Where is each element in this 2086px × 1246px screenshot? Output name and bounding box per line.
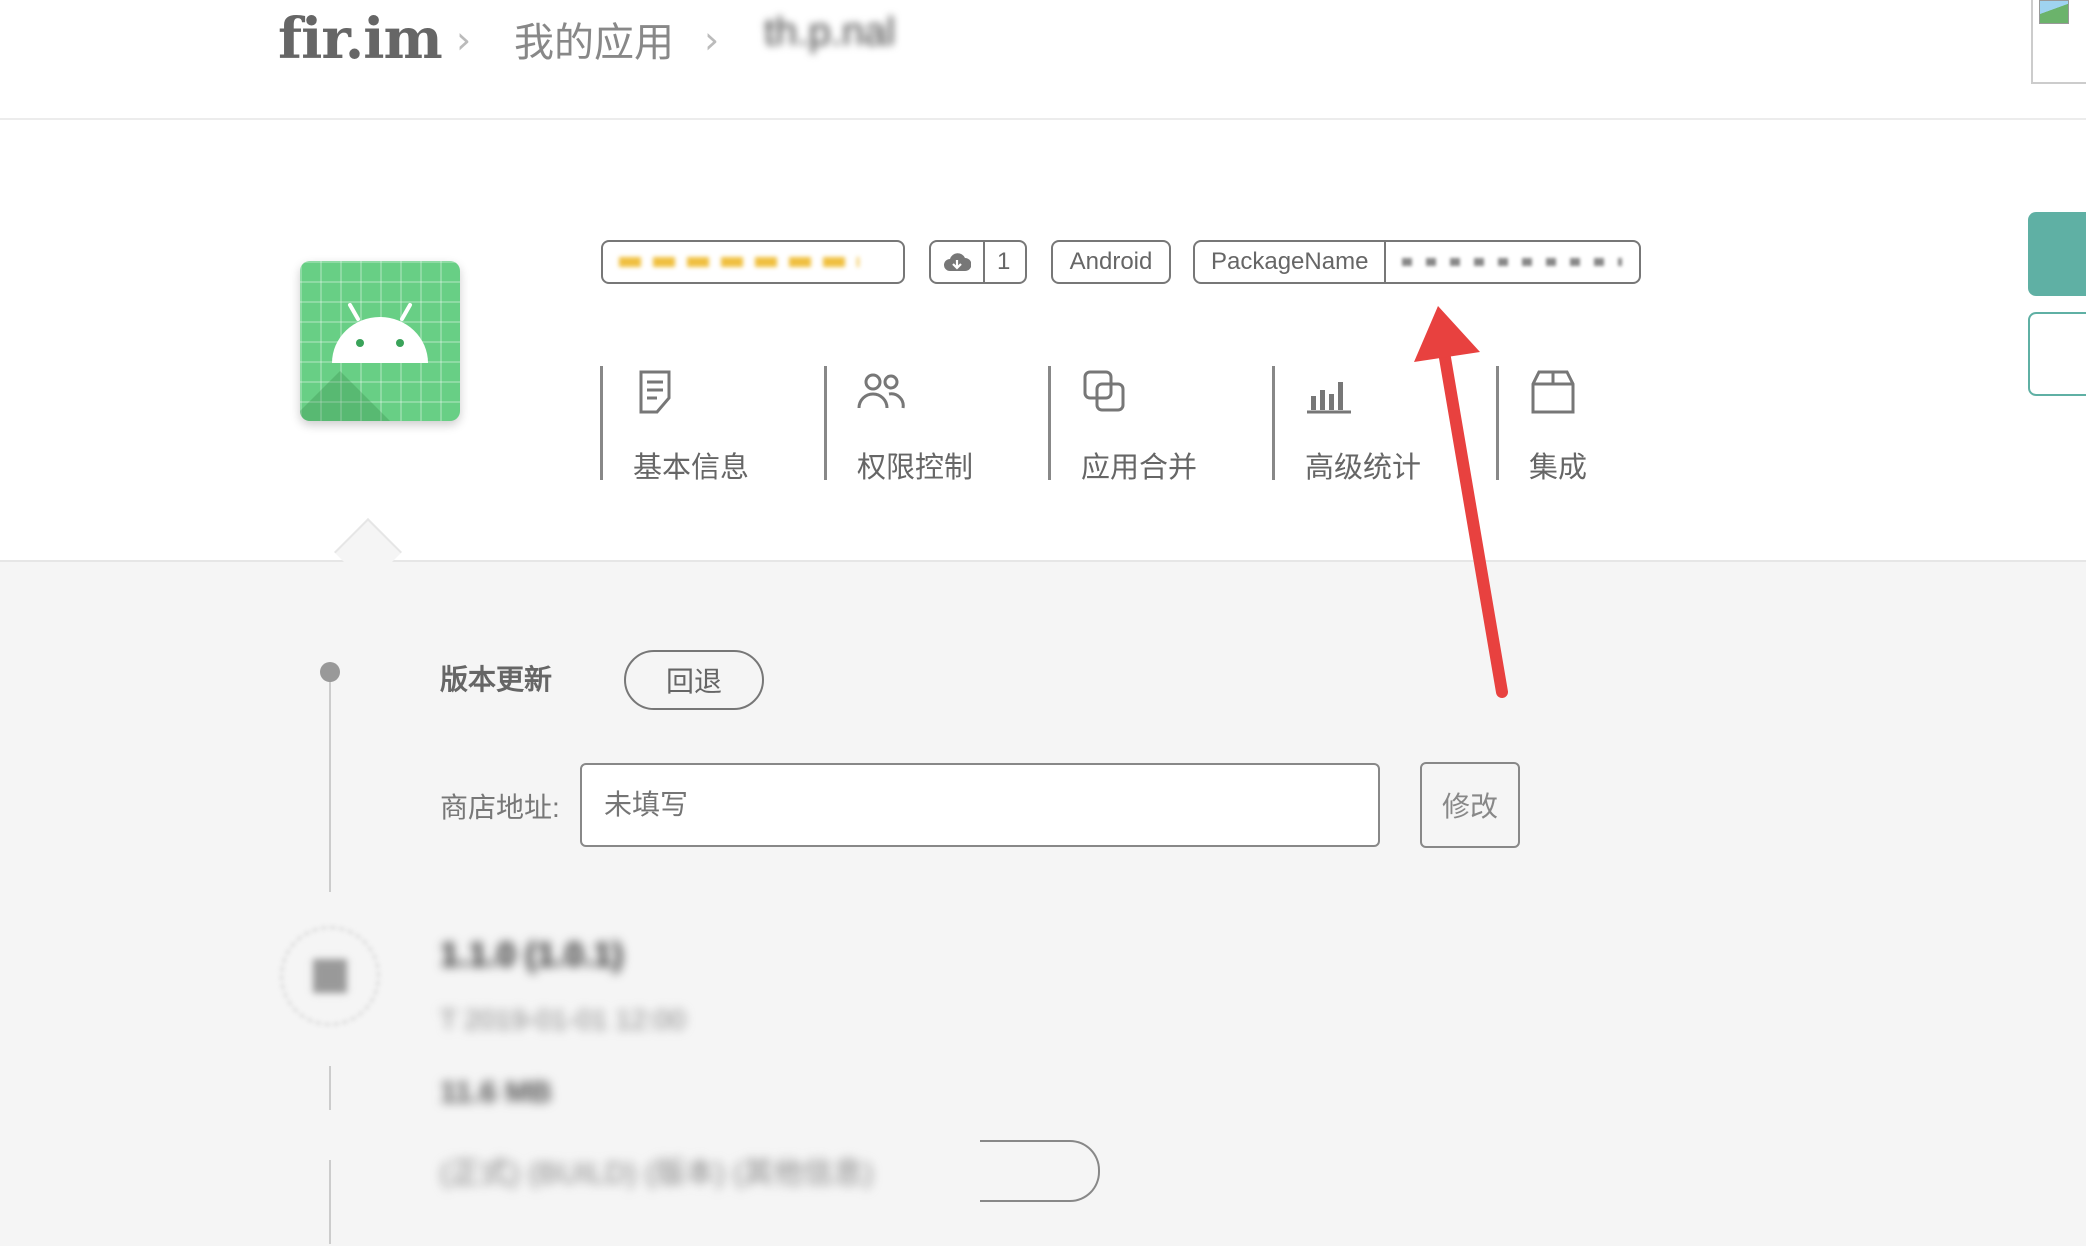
document-icon	[639, 370, 671, 414]
version-size: 11.6 MB	[440, 1076, 552, 1109]
android-robot-icon	[332, 303, 428, 363]
timeline-line	[329, 672, 331, 892]
nav-statistics[interactable]: 高级统计	[1272, 366, 1497, 484]
rollback-button[interactable]: 回退	[624, 650, 764, 710]
app-icon	[300, 261, 460, 421]
nav-label: 高级统计	[1305, 452, 1422, 484]
platform-tag: Android	[1051, 240, 1171, 284]
breadcrumb-current-app: th.p.nal	[764, 10, 895, 55]
version-date: T 2019-01-01 12:00	[440, 1004, 686, 1035]
version-tags: (正式) (BUILD) (版本) (其他信息)	[440, 1157, 874, 1190]
package-name-tag: PackageName	[1193, 240, 1641, 284]
timeline-line	[329, 1160, 331, 1244]
side-action-button-primary[interactable]	[2028, 212, 2086, 296]
nav-integration[interactable]: 集成	[1496, 366, 1721, 484]
breadcrumb-current-label: th.p.nal	[764, 10, 896, 54]
nav-permission[interactable]: 权限控制	[824, 366, 1049, 484]
box-icon	[1531, 370, 1575, 414]
broken-image-icon	[2031, 0, 2086, 84]
breadcrumb-my-apps[interactable]: 我的应用	[514, 10, 674, 68]
merge-icon	[1083, 370, 1125, 412]
app-name-tag	[601, 240, 905, 284]
nav-basic-info[interactable]: 基本信息	[600, 366, 825, 484]
users-icon	[857, 373, 905, 409]
download-count: 1	[983, 242, 1022, 282]
package-name-label: PackageName	[1211, 248, 1369, 275]
timeline-line	[329, 1066, 331, 1110]
edit-button[interactable]: 修改	[1420, 762, 1520, 848]
logo[interactable]: fir.im	[278, 6, 443, 72]
store-url-input[interactable]	[580, 763, 1380, 847]
breadcrumb-separator: ›	[704, 18, 720, 62]
nav-label: 应用合并	[1081, 452, 1198, 484]
version-action-button[interactable]	[980, 1140, 1100, 1202]
cloud-download-icon	[944, 253, 971, 271]
bar-chart-icon	[1307, 382, 1351, 414]
store-url-label: 商店地址:	[440, 792, 560, 823]
side-action-button-secondary[interactable]	[2028, 312, 2086, 396]
version-update-label: 版本更新	[440, 664, 553, 695]
platform-label: Android	[1069, 248, 1153, 275]
app-name-value	[619, 257, 859, 267]
version-title: 1.1.0 (1.0.1)	[440, 936, 624, 974]
timeline-dot	[320, 662, 340, 682]
version-badge-icon	[280, 926, 380, 1026]
nav-merge[interactable]: 应用合并	[1048, 366, 1273, 484]
breadcrumb-separator: ›	[456, 18, 472, 62]
nav-label: 基本信息	[633, 452, 750, 484]
package-name-value	[1402, 258, 1623, 266]
nav-label: 集成	[1529, 452, 1588, 484]
nav-label: 权限控制	[857, 452, 974, 484]
download-count-tag: 1	[929, 240, 1027, 284]
